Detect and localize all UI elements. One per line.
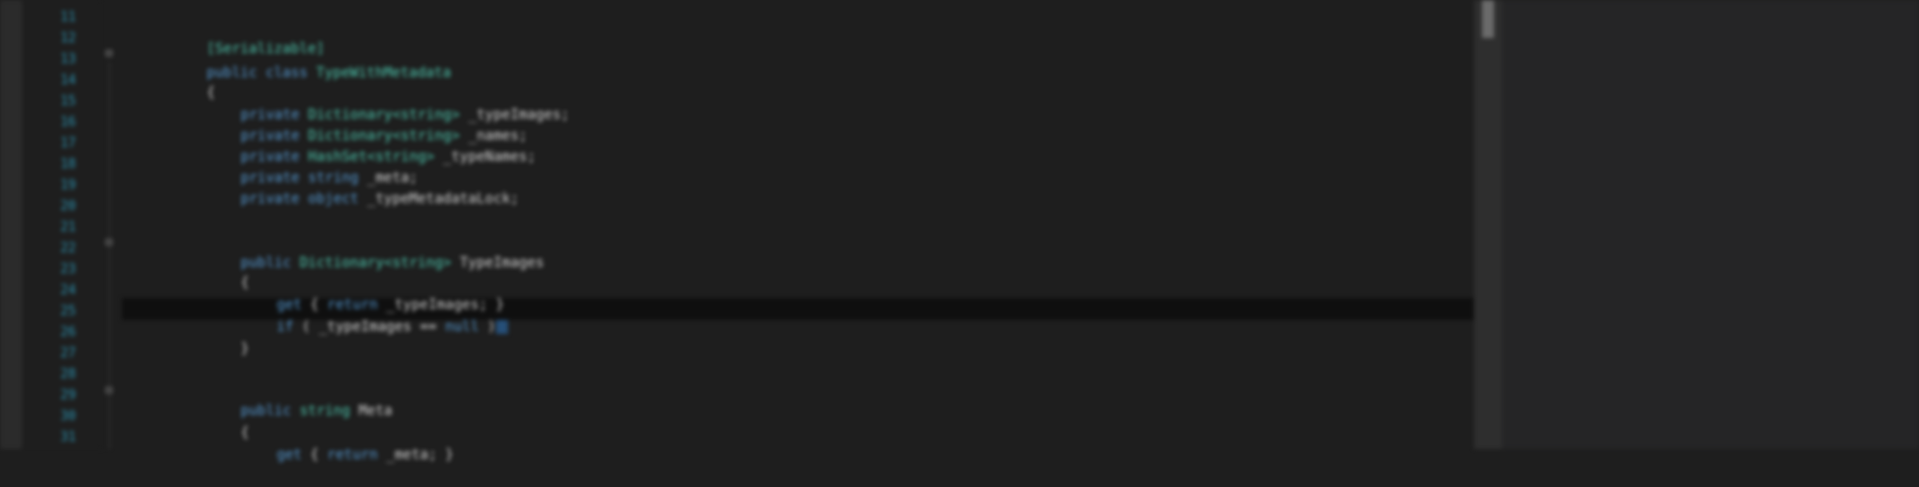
- text-cursor: [495, 320, 508, 334]
- code-line: private Dictionary<string> _names;: [240, 128, 528, 144]
- line-number: 15: [60, 94, 76, 109]
- line-number: 18: [60, 157, 76, 172]
- line-number: 22: [60, 241, 76, 256]
- line-number: 12: [60, 31, 76, 46]
- line-number: 19: [60, 178, 76, 193]
- line-number: 16: [60, 115, 76, 130]
- code-line-current: if ( _typeImages == null ): [226, 296, 508, 335]
- line-number: 26: [60, 325, 76, 340]
- code-line: }: [240, 341, 250, 357]
- code-line: private string _meta;: [240, 170, 418, 186]
- code-line: [Serializable]: [206, 41, 325, 57]
- line-number: 17: [60, 136, 76, 151]
- code-line: private object _typeMetadataLock;: [240, 191, 519, 207]
- code-line: get { return _typeImages; }: [276, 297, 505, 313]
- line-number: 24: [60, 283, 76, 298]
- vertical-scrollbar[interactable]: [1474, 0, 1502, 449]
- activity-strip: [0, 0, 22, 449]
- code-line: private HashSet<string> _typeNames;: [240, 149, 536, 165]
- code-line: {: [240, 425, 250, 441]
- code-line: get { return _meta; }: [276, 447, 454, 463]
- line-number: 20: [60, 199, 76, 214]
- ide-window: 11 12 13 14 15 16 17 18 19 20 21 22 23 2…: [0, 0, 1919, 463]
- code-line: {: [240, 275, 250, 291]
- code-line: public class TypeWithMetadata: [206, 65, 452, 81]
- code-line: public string Meta: [240, 403, 393, 419]
- code-line: private Dictionary<string> _typeImages;: [240, 107, 570, 123]
- line-number: 21: [60, 220, 76, 235]
- side-panel: [1502, 0, 1919, 449]
- line-number: 23: [60, 262, 76, 277]
- line-number: 28: [60, 367, 76, 382]
- fold-toggle-icon[interactable]: ⊟: [104, 46, 114, 60]
- code-line: public Dictionary<string> TypeImages: [240, 255, 545, 271]
- line-number: 29: [60, 388, 76, 403]
- scrollbar-thumb[interactable]: [1482, 0, 1494, 38]
- line-number: 14: [60, 73, 76, 88]
- code-line: {: [206, 85, 216, 101]
- line-number: 11: [60, 10, 76, 25]
- line-number: 13: [60, 52, 76, 67]
- line-number: 27: [60, 346, 76, 361]
- code-editor[interactable]: [Serializable] public class TypeWithMeta…: [122, 0, 1474, 463]
- line-number: 25: [60, 304, 76, 319]
- line-number: 31: [60, 430, 76, 445]
- fold-guide: [109, 62, 110, 449]
- line-number: 30: [60, 409, 76, 424]
